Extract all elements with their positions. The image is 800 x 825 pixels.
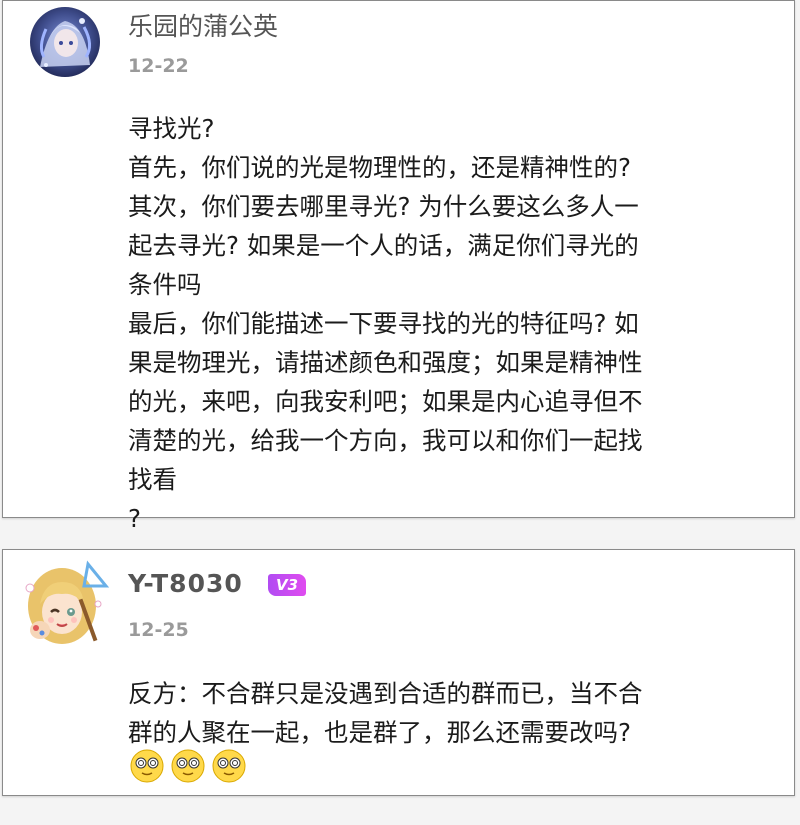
level-badge: V3 [268,574,306,596]
username[interactable]: 乐园的蒲公英 [128,7,278,43]
comment-text: 反方：不合群只是没遇到合适的群而已，当不合 群的人聚在一起，也是群了，那么还需要… [128,674,780,752]
emoji-row [129,748,247,784]
comment-line: 找看 [128,465,177,494]
comment-line: 果是物理光，请描述颜色和强度；如果是精神性 [128,348,643,377]
comment-line: 群的人聚在一起，也是群了，那么还需要改吗? [128,718,632,747]
comment-text: 寻找光? 首先，你们说的光是物理性的，还是精神性的? 其次，你们要去哪里寻光? … [128,109,780,538]
comment-line: 最后，你们能描述一下要寻找的光的特征吗? 如 [128,309,639,338]
dizzy-face-emoji-icon [171,749,205,783]
comment-line: 的光，来吧，向我安利吧；如果是内心追寻但不 [128,387,643,416]
comment-line: 反方：不合群只是没遇到合适的群而已，当不合 [128,679,643,708]
dizzy-face-emoji-icon [130,749,164,783]
comment-line: 寻找光? [128,114,215,143]
comment-line: 条件吗 [128,270,202,299]
comment-date: 12-22 [128,55,189,77]
avatar[interactable] [30,7,100,77]
cartoon-girl-avatar-icon [25,560,110,644]
dizzy-face-emoji-icon [212,749,246,783]
anime-girl-avatar-icon [30,7,100,77]
comment-card: Y-T8030 V3 12-25 反方：不合群只是没遇到合适的群而已，当不合 群… [2,549,795,796]
comment-line: ? [128,504,142,533]
comment-line: 首先，你们说的光是物理性的，还是精神性的? [128,153,632,182]
username[interactable]: Y-T8030 [128,569,243,598]
avatar[interactable] [14,558,110,654]
comment-line: 其次，你们要去哪里寻光? 为什么要这么多人一 [128,192,639,221]
comment-line: 起去寻光? 如果是一个人的话，满足你们寻光的 [128,231,639,260]
comment-card: 乐园的蒲公英 12-22 寻找光? 首先，你们说的光是物理性的，还是精神性的? … [2,0,795,533]
comment-date: 12-25 [128,619,189,641]
comment-line: 清楚的光，给我一个方向，我可以和你们一起找 [128,426,643,455]
